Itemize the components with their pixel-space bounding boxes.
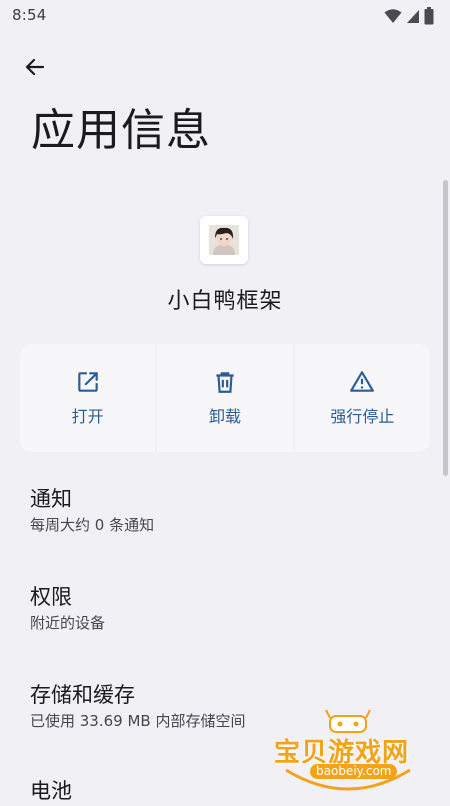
- wifi-icon: [384, 9, 402, 23]
- settings-title: 权限: [30, 585, 72, 609]
- action-row: 打开 卸载 强行停止: [20, 344, 430, 452]
- force-stop-button[interactable]: 强行停止: [294, 344, 430, 452]
- permissions-item[interactable]: 权限 附近的设备: [30, 582, 430, 634]
- signal-icon: [407, 10, 419, 23]
- trash-icon: [216, 372, 234, 393]
- open-external-icon: [77, 372, 98, 392]
- app-name: 小白鸭框架: [167, 289, 283, 314]
- scrollbar[interactable]: [443, 180, 448, 476]
- open-label: 打开: [71, 407, 104, 426]
- settings-summary: 每周大约 0 条通知: [30, 516, 155, 534]
- open-button[interactable]: 打开: [20, 344, 156, 452]
- uninstall-button[interactable]: 卸载: [157, 344, 293, 452]
- status-icons: [384, 7, 434, 25]
- arrow-back-icon: [25, 58, 45, 76]
- uninstall-label: 卸载: [208, 407, 241, 426]
- status-bar: 8:54: [0, 0, 450, 32]
- settings-summary: 附近的设备: [30, 614, 106, 632]
- page-title: 应用信息: [31, 105, 211, 156]
- notifications-item[interactable]: 通知 每周大约 0 条通知: [30, 484, 430, 536]
- app-avatar-icon: [209, 225, 239, 255]
- settings-title: 通知: [30, 487, 72, 511]
- force-stop-label: 强行停止: [330, 407, 395, 426]
- watermark-logo: 宝贝游戏网 baobeiy.com: [268, 708, 428, 800]
- settings-title: 存储和缓存: [30, 683, 135, 707]
- status-time: 8:54: [12, 6, 47, 24]
- back-button[interactable]: [18, 50, 52, 84]
- battery-icon: [424, 7, 434, 25]
- watermark-url: baobeiy.com: [310, 764, 398, 779]
- warning-icon: [350, 371, 375, 392]
- app-icon: [200, 216, 248, 264]
